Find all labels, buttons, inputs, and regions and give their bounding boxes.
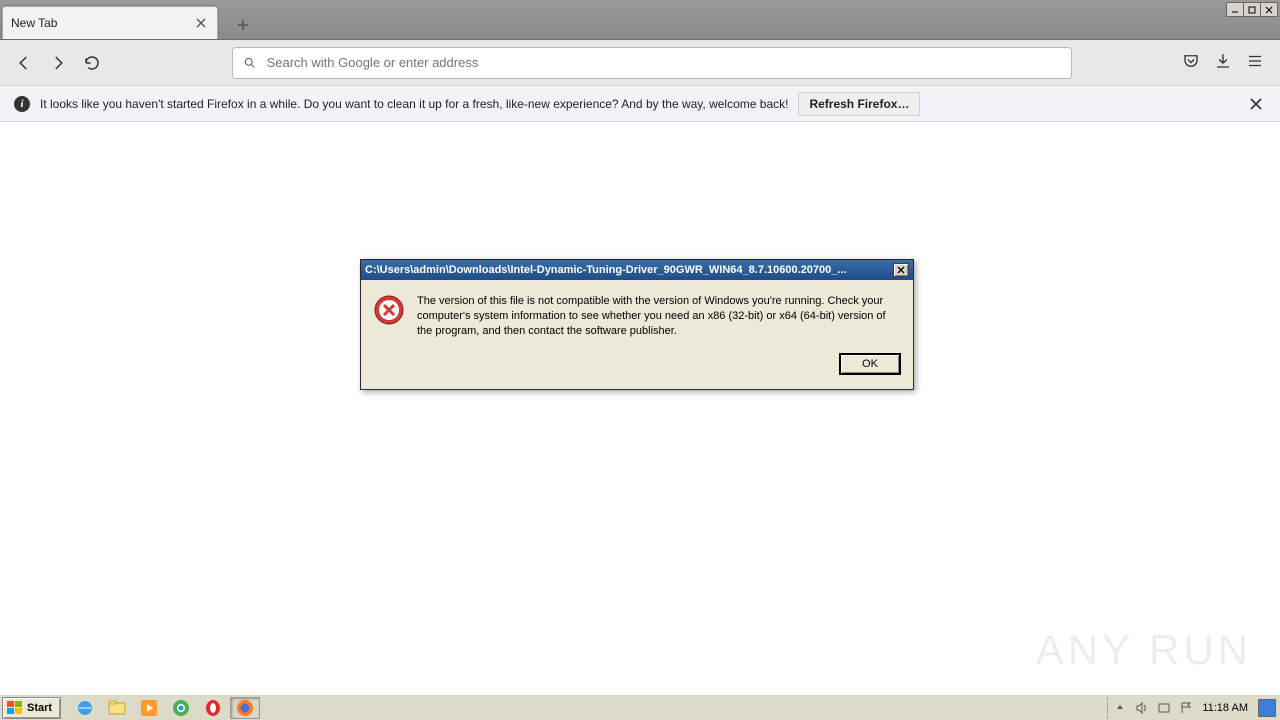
pocket-icon[interactable] [1182, 52, 1200, 73]
ok-button[interactable]: OK [839, 353, 901, 375]
anyrun-watermark: ANY RUN [1036, 626, 1252, 674]
dialog-close-button[interactable] [893, 263, 909, 277]
taskbar-firefox-app[interactable] [230, 697, 260, 719]
show-desktop-button[interactable] [1258, 699, 1276, 717]
taskbar-explorer-icon[interactable] [103, 697, 131, 719]
error-icon [373, 294, 405, 326]
refresh-firefox-infobar: i It looks like you haven't started Fire… [0, 86, 1280, 122]
search-icon [243, 56, 257, 70]
minimize-button[interactable] [1226, 2, 1244, 17]
dialog-message: The version of this file is not compatib… [417, 294, 899, 339]
tray-device-icon[interactable] [1156, 700, 1172, 716]
windows-logo-icon [7, 701, 23, 715]
watermark-text: ANY RUN [1036, 626, 1252, 674]
volume-icon[interactable] [1134, 700, 1150, 716]
taskbar-clock[interactable]: 11:18 AM [1200, 702, 1250, 714]
menu-icon[interactable] [1246, 52, 1264, 73]
taskbar-media-icon[interactable] [135, 697, 163, 719]
forward-button[interactable] [44, 49, 72, 77]
browser-tab[interactable]: New Tab [2, 6, 218, 39]
dialog-titlebar[interactable]: C:\Users\admin\Downloads\Intel-Dynamic-T… [361, 260, 913, 280]
tray-flag-icon[interactable] [1178, 700, 1194, 716]
taskbar: Start 11:18 AM [0, 694, 1280, 720]
window-controls [1227, 2, 1278, 17]
close-tab-icon[interactable] [193, 15, 209, 31]
tray-expand-icon[interactable] [1112, 700, 1128, 716]
firefox-toolbar [0, 40, 1280, 86]
start-button[interactable]: Start [2, 697, 61, 719]
taskbar-ie-icon[interactable] [71, 697, 99, 719]
infobar-close-icon[interactable] [1246, 94, 1266, 114]
close-window-button[interactable] [1260, 2, 1278, 17]
dialog-title-text: C:\Users\admin\Downloads\Intel-Dynamic-T… [365, 264, 889, 276]
tab-title: New Tab [11, 16, 57, 30]
downloads-icon[interactable] [1214, 52, 1232, 73]
new-tab-button[interactable] [232, 14, 254, 36]
system-tray: 11:18 AM [1107, 697, 1280, 719]
firefox-tab-strip: New Tab [0, 0, 1280, 40]
url-bar[interactable] [232, 47, 1072, 79]
start-label: Start [27, 702, 52, 714]
refresh-firefox-button[interactable]: Refresh Firefox… [798, 92, 920, 116]
taskbar-chrome-icon[interactable] [167, 697, 195, 719]
address-input[interactable] [267, 55, 1061, 70]
maximize-button[interactable] [1243, 2, 1261, 17]
infobar-message: It looks like you haven't started Firefo… [40, 97, 788, 111]
back-button[interactable] [10, 49, 38, 77]
info-icon: i [14, 96, 30, 112]
taskbar-opera-icon[interactable] [199, 697, 227, 719]
reload-button[interactable] [78, 49, 106, 77]
error-dialog: C:\Users\admin\Downloads\Intel-Dynamic-T… [360, 259, 914, 390]
